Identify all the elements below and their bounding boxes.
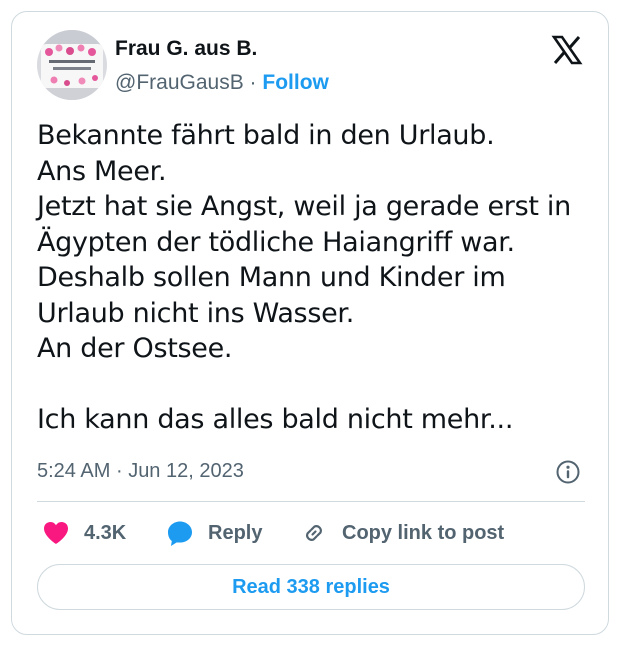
post-date: Jun 12, 2023 — [128, 460, 244, 482]
tweet-card: Frau G. aus B. @FrauGausB · Follow Bekan… — [11, 11, 609, 635]
avatar[interactable] — [37, 30, 107, 100]
timestamp[interactable]: 5:24 AM · Jun 12, 2023 — [37, 460, 244, 483]
read-replies-button[interactable]: Read 338 replies — [37, 564, 585, 610]
copy-link-label: Copy link to post — [342, 521, 505, 544]
tweet-line: Bekannte fährt bald in den Urlaub. — [37, 120, 495, 151]
tweet-line: Ans Meer. — [37, 155, 167, 187]
reply-label: Reply — [208, 521, 263, 544]
divider — [37, 501, 585, 502]
tweet-line: An der Ostsee. — [37, 333, 233, 364]
tweet-line: Ich kann das alles bald nicht mehr... — [37, 404, 514, 435]
reply-bubble-icon — [168, 521, 192, 546]
reply-button[interactable]: Reply — [166, 517, 262, 549]
tweet-line: Urlaub nicht ins Wasser. — [37, 297, 355, 329]
author-handle-row: @FrauGausB · Follow — [115, 71, 329, 95]
handle-separator: · — [249, 71, 257, 94]
tweet-line: Ägypten der tödliche Haiangriff war. — [37, 226, 515, 258]
like-button[interactable]: 4.3K — [42, 517, 126, 549]
author-name[interactable]: Frau G. aus B. — [115, 37, 257, 61]
author-handle[interactable]: @FrauGausB — [115, 71, 244, 94]
info-icon[interactable] — [555, 459, 581, 485]
time-separator: · — [115, 460, 123, 482]
link-icon — [306, 525, 322, 541]
heart-icon — [44, 522, 68, 544]
follow-button[interactable]: Follow — [262, 71, 329, 94]
tweet-text: Bekannte fährt bald in den Urlaub. Ans M… — [37, 118, 597, 438]
tweet-line: Deshalb sollen Mann und Kinder im — [37, 262, 506, 293]
like-count: 4.3K — [84, 521, 127, 544]
copy-link-button[interactable]: Copy link to post — [300, 517, 504, 549]
post-time: 5:24 AM — [37, 460, 111, 482]
tweet-line: Jetzt hat sie Angst, weil ja gerade erst… — [37, 191, 571, 222]
avatar-image — [37, 30, 107, 100]
x-logo-icon[interactable] — [551, 34, 583, 66]
